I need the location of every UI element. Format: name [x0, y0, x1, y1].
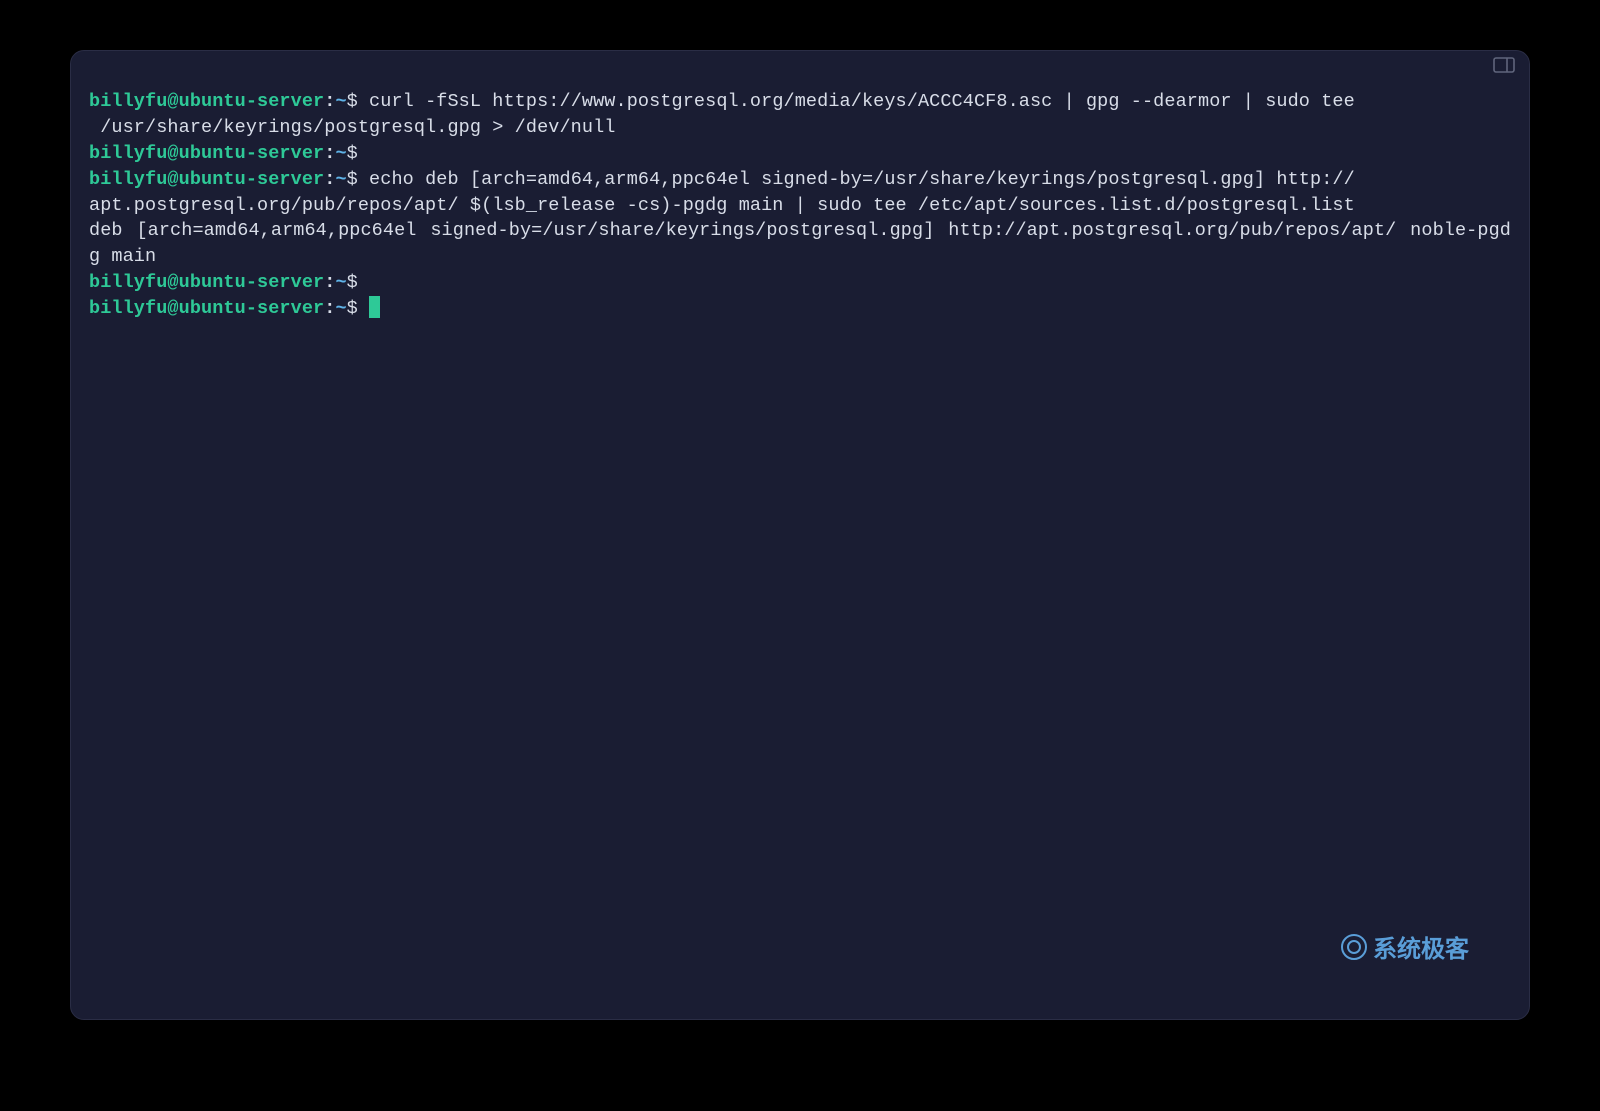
prompt-dollar: $	[347, 169, 358, 190]
terminal-line: billyfu@ubuntu-server:~$	[89, 141, 1511, 167]
prompt-dollar: $	[347, 91, 358, 112]
terminal-line: billyfu@ubuntu-server:~$	[89, 270, 1511, 296]
prompt-colon: :	[324, 298, 335, 319]
terminal-content[interactable]: billyfu@ubuntu-server:~$ curl -fSsL http…	[71, 79, 1529, 340]
prompt-dollar: $	[347, 272, 358, 293]
prompt-path: ~	[335, 143, 346, 164]
prompt-user-host: billyfu@ubuntu-server	[89, 91, 324, 112]
prompt-path: ~	[335, 298, 346, 319]
prompt-dollar: $	[347, 298, 358, 319]
prompt-colon: :	[324, 169, 335, 190]
command-text: /usr/share/keyrings/postgresql.gpg > /de…	[89, 117, 616, 138]
command-text: apt.postgresql.org/pub/repos/apt/ $(lsb_…	[89, 195, 1355, 216]
terminal-window[interactable]: billyfu@ubuntu-server:~$ curl -fSsL http…	[70, 50, 1530, 1020]
titlebar	[71, 51, 1529, 79]
prompt-user-host: billyfu@ubuntu-server	[89, 272, 324, 293]
terminal-line: billyfu@ubuntu-server:~$	[89, 296, 1511, 322]
terminal-line: billyfu@ubuntu-server:~$ echo deb [arch=…	[89, 167, 1511, 193]
watermark-logo-icon	[1341, 934, 1367, 960]
prompt-colon: :	[324, 91, 335, 112]
panel-toggle-icon[interactable]	[1493, 57, 1515, 73]
command-text	[358, 298, 369, 319]
prompt-user-host: billyfu@ubuntu-server	[89, 298, 324, 319]
prompt-path: ~	[335, 272, 346, 293]
prompt-user-host: billyfu@ubuntu-server	[89, 143, 324, 164]
watermark-text: 系统极客	[1373, 929, 1469, 964]
cursor	[369, 296, 380, 318]
terminal-line: apt.postgresql.org/pub/repos/apt/ $(lsb_…	[89, 193, 1511, 219]
terminal-line: billyfu@ubuntu-server:~$ curl -fSsL http…	[89, 89, 1511, 115]
prompt-path: ~	[335, 169, 346, 190]
prompt-colon: :	[324, 272, 335, 293]
prompt-dollar: $	[347, 143, 358, 164]
prompt-user-host: billyfu@ubuntu-server	[89, 169, 324, 190]
command-text: echo deb [arch=amd64,arm64,ppc64el signe…	[358, 169, 1355, 190]
terminal-line: /usr/share/keyrings/postgresql.gpg > /de…	[89, 115, 1511, 141]
prompt-colon: :	[324, 143, 335, 164]
command-text: curl -fSsL https://www.postgresql.org/me…	[358, 91, 1355, 112]
output-text: deb [arch=amd64,arm64,ppc64el signed-by=…	[89, 220, 1511, 267]
watermark: 系统极客	[1341, 929, 1469, 964]
prompt-path: ~	[335, 91, 346, 112]
terminal-line: deb [arch=amd64,arm64,ppc64el signed-by=…	[89, 218, 1511, 270]
